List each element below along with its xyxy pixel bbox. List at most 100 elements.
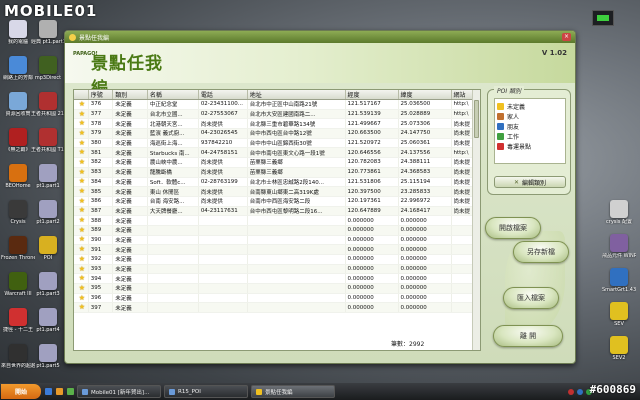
column-header[interactable]: 地址 (247, 90, 346, 100)
tray-icon-red[interactable] (568, 388, 574, 395)
desktop-icon[interactable]: 《無之霸》 (1, 128, 35, 153)
desktop-icon[interactable]: BEOHome (1, 164, 35, 189)
table-row[interactable]: ★ 377 未定義 台北市立國... 02-27553067 台北市大安區建國南路二...… (74, 109, 475, 120)
table-row[interactable]: ★ 390 未定義 0.000000 0.000000 (74, 235, 475, 246)
table-row[interactable]: ★ 395 未定義 0.000000 0.000000 (74, 283, 475, 294)
open-file-button[interactable]: 開啟檔案 (485, 217, 541, 239)
table-row[interactable]: ★ 386 未定義 台南 海安路... 尚未提供 台南市中西區海安路二段 120.19736… (74, 196, 475, 207)
table-cell (198, 293, 248, 304)
quick-launch-app-icon[interactable] (67, 388, 74, 395)
poi-category-item[interactable]: 朋友 (497, 121, 565, 131)
row-star-cell: ★ (74, 293, 89, 304)
table-row[interactable]: ★ 381 未定義 Starbucks 南... 04-24758151 台中市南屯區東文… (74, 147, 475, 159)
desktop-icon[interactable]: SEV (602, 302, 636, 327)
column-header[interactable]: 序號 (88, 90, 114, 100)
desktop-icon[interactable]: mp3Direct (31, 56, 65, 81)
table-cell: 台中市西屯區台中路12號 (247, 128, 346, 139)
desktop-icon[interactable]: pt1.part1 (31, 164, 65, 189)
table-row[interactable]: ★ 383 未定義 龍騰斷橋 尚未提供 苗栗縣三義鄉 120.773861 24.368583… (74, 167, 475, 178)
desktop-icon-glyph (39, 128, 57, 146)
desktop-icon-glyph (9, 344, 27, 362)
table-cell (198, 244, 248, 255)
desktop-icon[interactable]: pt1.part4 (31, 308, 65, 333)
quick-launch-folder-icon[interactable] (56, 388, 63, 395)
poi-category-item[interactable]: 毒運景點 (497, 141, 565, 151)
table-cell: 395 (88, 283, 114, 294)
column-header[interactable]: 經度 (345, 90, 399, 100)
table-cell: 未定義 (112, 99, 148, 110)
taskbar-task[interactable]: R15_POI (164, 385, 248, 398)
table-row[interactable]: ★ 382 未定義 農山峽中農... 尚未提供 苗栗縣三義鄉 120.782083 24.38… (74, 157, 475, 168)
taskbar-task[interactable]: 景點任我編 (251, 385, 335, 398)
desktop-icon[interactable]: Warcraft III (1, 272, 35, 297)
desktop-icon[interactable]: crysis 配置 (602, 200, 636, 225)
table-row[interactable]: ★ 387 未定義 大天牌餐廳... 04-23117631 台中市西屯區黎明路二段16.… (74, 206, 475, 217)
poi-category-item[interactable]: 家人 (497, 111, 565, 121)
poi-category-item[interactable]: 工作 (497, 131, 565, 141)
table-row[interactable]: ★ 388 未定義 0.000000 0.000000 (74, 215, 475, 226)
app-titlebar[interactable]: 景點任我編 × (65, 31, 575, 43)
table-cell: 未定義 (112, 118, 148, 130)
table-row[interactable]: ★ 380 未定義 海巡街上海... 937842210 台中市中山區錦西街30號 121.… (74, 138, 475, 149)
close-button[interactable]: × (562, 33, 571, 41)
desktop-icon[interactable]: 資源回收筒 (1, 92, 35, 117)
desktop-icon[interactable]: 王者共和國 T157 (31, 128, 65, 153)
row-star-cell: ★ (74, 244, 89, 255)
star-icon: ★ (78, 187, 86, 196)
table-row[interactable]: ★ 384 未定義 Soft．軟體c... 02-28763199 台北市士林區忠誠路2段… (74, 177, 475, 188)
table-row[interactable]: ★ 393 未定義 0.000000 0.000000 (74, 264, 475, 275)
table-row[interactable]: ★ 389 未定義 0.000000 0.000000 (74, 225, 475, 236)
table-row[interactable]: ★ 396 未定義 0.000000 0.000000 (74, 293, 475, 304)
desktop-icon[interactable]: SmartGrt1.43 (602, 268, 636, 293)
table-row[interactable]: ★ 391 未定義 0.000000 0.000000 (74, 244, 475, 255)
table-row[interactable]: ★ 378 未定義 北港朝天宮... 尚未提供 台北縣三重市碧華路134號 121.4996… (74, 118, 475, 130)
row-star-cell: ★ (74, 186, 89, 197)
table-row[interactable]: ★ 397 未定義 0.000000 0.000000 (74, 302, 475, 314)
desktop-icon[interactable]: pt1.part5 (31, 344, 65, 369)
desktop-icon[interactable]: 來自世界的超越大戰 (1, 344, 35, 369)
desktop-icon[interactable]: 我的電腦 (1, 20, 35, 45)
column-header[interactable] (74, 90, 89, 100)
quick-launch-ie-icon[interactable] (45, 388, 52, 395)
tray-icon-blue[interactable] (577, 388, 583, 395)
start-button[interactable]: 開始 (1, 384, 41, 399)
desktop-icon[interactable]: 王者共和國 2157 (31, 92, 65, 117)
desktop-icon[interactable]: POI (31, 236, 65, 261)
table-cell: 04-24758151 (198, 147, 248, 159)
desktop-icon[interactable]: SEV2 (602, 336, 636, 361)
row-star-cell: ★ (74, 302, 89, 314)
column-header[interactable]: 電話 (198, 90, 248, 100)
table-cell: 海巡街上海... (147, 138, 199, 149)
import-file-button[interactable]: 匯入檔案 (503, 287, 559, 309)
desktop-icon[interactable]: pt1.part2 (31, 200, 65, 225)
taskbar-task[interactable]: Mobile01 [新年賀出]... (77, 385, 161, 398)
table-cell: 25.036500 (398, 99, 452, 110)
column-header[interactable]: 類別 (112, 90, 148, 100)
desktop-icon[interactable]: 飛品元件 WINRAR (602, 234, 636, 259)
desktop-icon[interactable]: pt1.part3 (31, 272, 65, 297)
table-row[interactable]: ★ 392 未定義 0.000000 0.000000 (74, 254, 475, 265)
table-cell (147, 302, 199, 314)
table-row[interactable]: ★ 379 未定義 藍濱 義式廚... 04-23026545 台中市西屯區台中路12號 1… (74, 128, 475, 139)
table-cell: 0.000000 (345, 235, 399, 246)
poi-category-item[interactable]: 未定義 (497, 101, 565, 111)
table-row[interactable]: ★ 394 未定義 0.000000 0.000000 (74, 273, 475, 285)
desktop-icon[interactable]: Crysis (1, 200, 35, 225)
desktop-icon[interactable]: 捷徑 - 十二王 (1, 308, 35, 333)
scrollbar-thumb[interactable] (474, 100, 479, 138)
desktop-icon[interactable]: 網路上的芳鄰 (1, 56, 35, 81)
column-header[interactable]: 名稱 (147, 90, 199, 100)
table-cell: 0.000000 (345, 225, 399, 236)
row-star-cell: ★ (74, 118, 89, 130)
table-scrollbar[interactable] (472, 90, 480, 350)
table-row[interactable]: ★ 376 未定義 中正紀念堂 02-23431100... 台北市中正區中山南路21號 1… (74, 99, 475, 110)
column-header[interactable]: 網站 (451, 90, 475, 100)
desktop-icon[interactable]: Frozen Throne (1, 236, 35, 261)
table-row[interactable]: ★ 385 未定義 東山 休閒區 尚未提供 台南縣東山鄉東二高319K處 120.39750… (74, 186, 475, 197)
column-header[interactable]: 緯度 (398, 90, 452, 100)
table-cell (147, 215, 199, 226)
exit-button[interactable]: 離 開 (493, 325, 563, 347)
edit-category-button[interactable]: ✕ 編輯類別 (494, 176, 566, 188)
desktop-icon[interactable]: 經典 pt1.part1 (31, 20, 65, 45)
save-as-button[interactable]: 另存新檔 (513, 241, 569, 263)
